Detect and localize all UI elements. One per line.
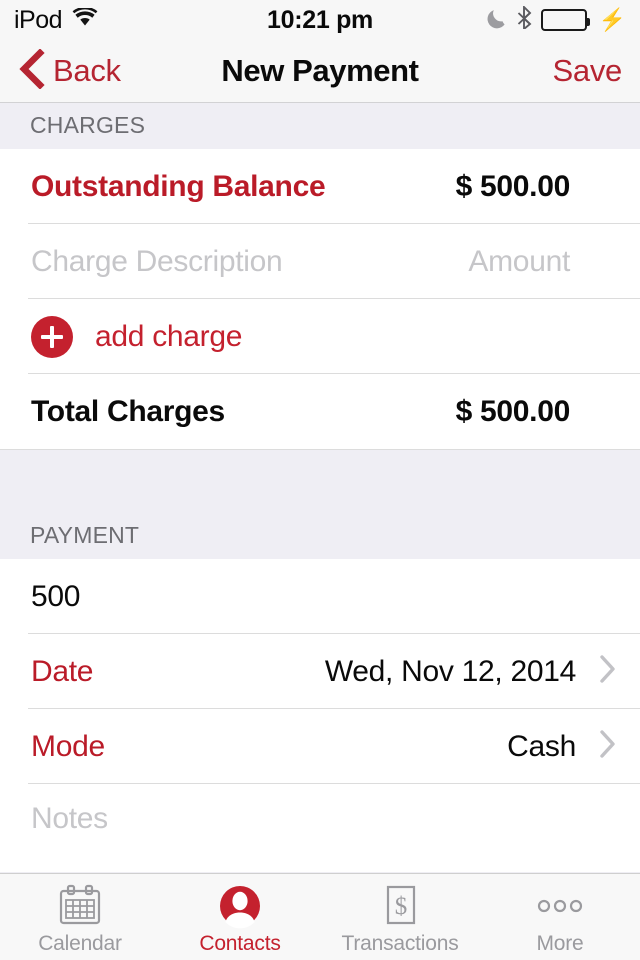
payment-amount-row[interactable]: 500	[0, 559, 640, 634]
navigation-bar: Back New Payment Save	[0, 40, 640, 103]
payment-notes-input[interactable]: Notes	[31, 802, 108, 835]
carrier-label: iPod	[14, 5, 63, 34]
status-bar: iPod 10:21 pm ⚡	[0, 0, 640, 40]
status-bar-right: ⚡	[486, 4, 626, 34]
total-charges-label-cell: Total Charges	[0, 374, 382, 449]
chevron-left-icon	[18, 47, 45, 94]
ellipsis-icon	[530, 884, 590, 930]
save-button[interactable]: Save	[553, 53, 623, 89]
add-charge-label: add charge	[95, 319, 243, 353]
calendar-icon	[56, 884, 104, 930]
battery-icon	[540, 9, 590, 31]
charge-amount-input[interactable]: Amount	[468, 245, 570, 279]
bluetooth-icon	[517, 4, 532, 34]
payment-mode-value-cell[interactable]: Cash	[247, 709, 640, 784]
charges-group: Outstanding Balance $ 500.00 Charge Desc…	[0, 149, 640, 449]
add-charge-button[interactable]: add charge	[0, 299, 640, 374]
payment-date-value: Wed, Nov 12, 2014	[324, 654, 576, 688]
back-button[interactable]: Back	[18, 47, 121, 94]
chevron-right-icon	[598, 728, 618, 765]
dollar-square-icon: $	[376, 884, 424, 930]
tab-more[interactable]: More	[480, 874, 640, 956]
tab-calendar-label: Calendar	[38, 932, 122, 955]
outstanding-balance-row[interactable]: Outstanding Balance $ 500.00	[0, 149, 640, 224]
payment-date-label-cell: Date	[0, 634, 247, 709]
tab-transactions-label: Transactions	[341, 932, 459, 955]
tab-contacts-label: Contacts	[199, 932, 281, 955]
total-charges-amount: $ 500.00	[455, 394, 571, 428]
plus-circle-icon	[31, 315, 73, 358]
payment-mode-label: Mode	[31, 729, 105, 763]
app-screen: iPod 10:21 pm ⚡ Back New Payment Save CH…	[0, 0, 640, 960]
charge-amount-cell[interactable]: Amount	[382, 224, 640, 299]
tab-more-label: More	[536, 932, 584, 955]
payment-group: 500 Date Wed, Nov 12, 2014 Mode Cash Not…	[0, 559, 640, 872]
back-button-label: Back	[53, 53, 121, 88]
lightning-bolt-icon: ⚡	[598, 7, 626, 32]
total-charges-amount-cell: $ 500.00	[382, 374, 640, 449]
moon-icon	[486, 7, 508, 34]
wifi-icon	[72, 6, 98, 32]
outstanding-balance-amount-cell: $ 500.00	[382, 149, 640, 224]
new-charge-row[interactable]: Charge Description Amount	[0, 224, 640, 299]
tab-contacts[interactable]: Contacts	[160, 874, 320, 956]
outstanding-balance-amount: $ 500.00	[455, 169, 571, 203]
tab-bar: Calendar Contacts $ Transactions More	[0, 873, 640, 960]
charge-description-cell[interactable]: Charge Description	[0, 224, 382, 299]
payment-amount-cell[interactable]: 500	[0, 559, 382, 634]
payment-section-header: PAYMENT	[0, 507, 640, 559]
payment-date-label: Date	[31, 654, 94, 688]
payment-mode-label-cell: Mode	[0, 709, 247, 784]
payment-mode-row[interactable]: Mode Cash	[0, 709, 640, 784]
tab-transactions[interactable]: $ Transactions	[320, 874, 480, 956]
total-charges-row: Total Charges $ 500.00	[0, 374, 640, 449]
status-bar-left: iPod	[14, 6, 98, 35]
section-gap	[0, 449, 640, 507]
payment-date-row[interactable]: Date Wed, Nov 12, 2014	[0, 634, 640, 709]
payment-date-value-cell[interactable]: Wed, Nov 12, 2014	[247, 634, 640, 709]
charges-section-header: CHARGES	[0, 103, 640, 149]
payment-amount-input[interactable]: 500	[31, 580, 80, 614]
outstanding-balance-label-cell: Outstanding Balance	[0, 149, 382, 224]
total-charges-label: Total Charges	[31, 394, 225, 428]
svg-text:$: $	[395, 893, 408, 920]
tab-calendar[interactable]: Calendar	[0, 874, 160, 956]
outstanding-balance-label: Outstanding Balance	[31, 169, 326, 203]
payment-notes-row[interactable]: Notes	[0, 784, 640, 872]
charge-description-input[interactable]: Charge Description	[31, 245, 283, 279]
chevron-right-icon	[598, 653, 618, 690]
contacts-person-icon	[216, 884, 264, 930]
payment-mode-value: Cash	[507, 729, 576, 763]
